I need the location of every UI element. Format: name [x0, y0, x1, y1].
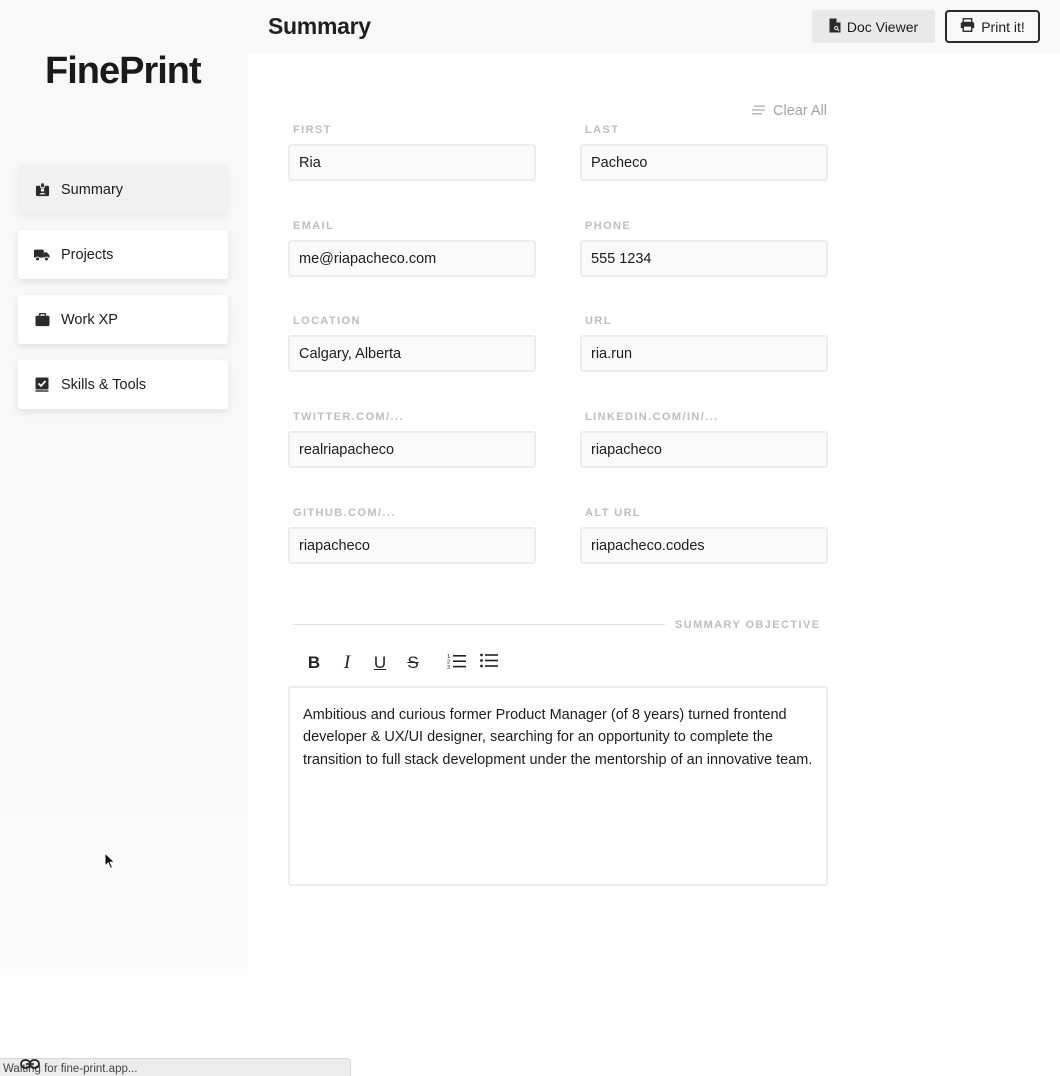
- location-field[interactable]: [288, 335, 536, 372]
- last-name-field[interactable]: [580, 144, 828, 181]
- twitter-field[interactable]: [288, 431, 536, 468]
- printer-icon: [960, 18, 975, 35]
- url-label: URL: [585, 315, 612, 327]
- bold-button[interactable]: B: [303, 652, 325, 674]
- page-title: Summary: [268, 13, 371, 39]
- sidebar-item-label: Skills & Tools: [61, 376, 147, 393]
- doc-viewer-button[interactable]: Doc Viewer: [812, 10, 935, 43]
- sidebar-item-summary[interactable]: Summary: [18, 165, 228, 214]
- strikethrough-button[interactable]: S: [402, 652, 424, 674]
- linkedin-field[interactable]: [580, 431, 828, 468]
- link-icon: [20, 1057, 40, 1075]
- briefcase-icon: [34, 312, 50, 328]
- sidebar-item-skills-tools[interactable]: Skills & Tools: [18, 360, 228, 409]
- clear-all-button[interactable]: Clear All: [752, 103, 827, 119]
- sidebar: FinePrint Summary Projects Work XP Skill…: [0, 0, 248, 975]
- clear-all-label: Clear All: [773, 103, 827, 119]
- bullet-list-icon: [480, 653, 498, 673]
- location-label: LOCATION: [293, 315, 361, 327]
- summary-text[interactable]: Ambitious and curious former Product Man…: [303, 704, 813, 771]
- ordered-list-button[interactable]: 1 2 3: [445, 652, 467, 674]
- url-field[interactable]: [580, 335, 828, 372]
- email-label: EMAIL: [293, 220, 335, 232]
- doc-viewer-label: Doc Viewer: [846, 18, 919, 35]
- strikethrough-icon: S: [407, 653, 419, 672]
- app-logo[interactable]: FinePrint: [45, 50, 202, 93]
- sidebar-item-label: Projects: [61, 246, 114, 263]
- alt-url-label: ALT URL: [585, 507, 642, 519]
- github-field[interactable]: [288, 527, 536, 564]
- bullet-list-button[interactable]: [478, 652, 500, 674]
- svg-text:3: 3: [447, 665, 450, 669]
- italic-icon: I: [343, 652, 351, 673]
- print-button[interactable]: Print it!: [945, 10, 1040, 43]
- id-badge-icon: [34, 182, 50, 198]
- sidebar-item-projects[interactable]: Projects: [18, 230, 228, 279]
- app-window: FinePrint Summary Projects Work XP Skill…: [0, 0, 1060, 1076]
- mouse-cursor-icon: [104, 851, 116, 875]
- underline-button[interactable]: U: [369, 652, 391, 674]
- bold-icon: B: [307, 653, 321, 672]
- truck-icon: [34, 247, 50, 263]
- alt-url-field[interactable]: [580, 527, 828, 564]
- clear-format-icon: [752, 103, 766, 119]
- twitter-label: TWITTER.COM/...: [293, 411, 404, 423]
- first-name-label: FIRST: [293, 124, 332, 136]
- first-name-field[interactable]: [288, 144, 536, 181]
- document-icon: [829, 18, 841, 36]
- underline-icon: U: [373, 653, 387, 672]
- summary-editor[interactable]: Ambitious and curious former Product Man…: [288, 686, 828, 886]
- sidebar-item-label: Work XP: [61, 311, 118, 328]
- italic-button[interactable]: I: [336, 652, 358, 674]
- sidebar-item-label: Summary: [61, 181, 124, 198]
- checkbox-icon: [34, 377, 50, 393]
- ordered-list-icon: 1 2 3: [447, 653, 466, 674]
- phone-label: PHONE: [585, 220, 632, 232]
- github-label: GITHUB.COM/...: [293, 507, 396, 519]
- email-field[interactable]: [288, 240, 536, 277]
- last-name-label: LAST: [585, 124, 620, 136]
- print-label: Print it!: [981, 18, 1025, 35]
- sidebar-item-work-xp[interactable]: Work XP: [18, 295, 228, 344]
- status-bar: Waiting for fine-print.app...: [0, 1058, 351, 1076]
- phone-field[interactable]: [580, 240, 828, 277]
- section-divider: [293, 624, 665, 625]
- summary-objective-heading: SUMMARY OBJECTIVE: [675, 619, 821, 631]
- linkedin-label: LINKEDIN.COM/IN/...: [585, 411, 719, 423]
